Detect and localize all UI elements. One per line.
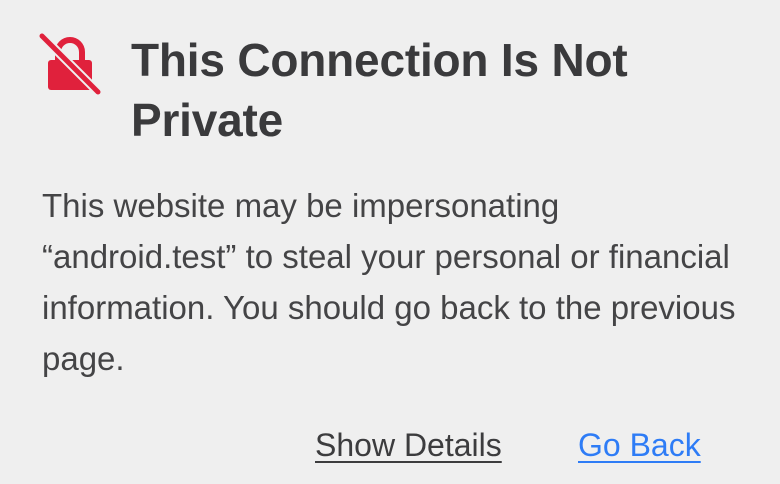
go-back-link[interactable]: Go Back — [578, 423, 701, 467]
warning-message: This website may be impersonating “andro… — [42, 187, 736, 377]
page-title: This Connection Is Not Private — [131, 34, 628, 146]
broken-lock-icon — [38, 32, 102, 96]
show-details-link[interactable]: Show Details — [315, 423, 502, 467]
